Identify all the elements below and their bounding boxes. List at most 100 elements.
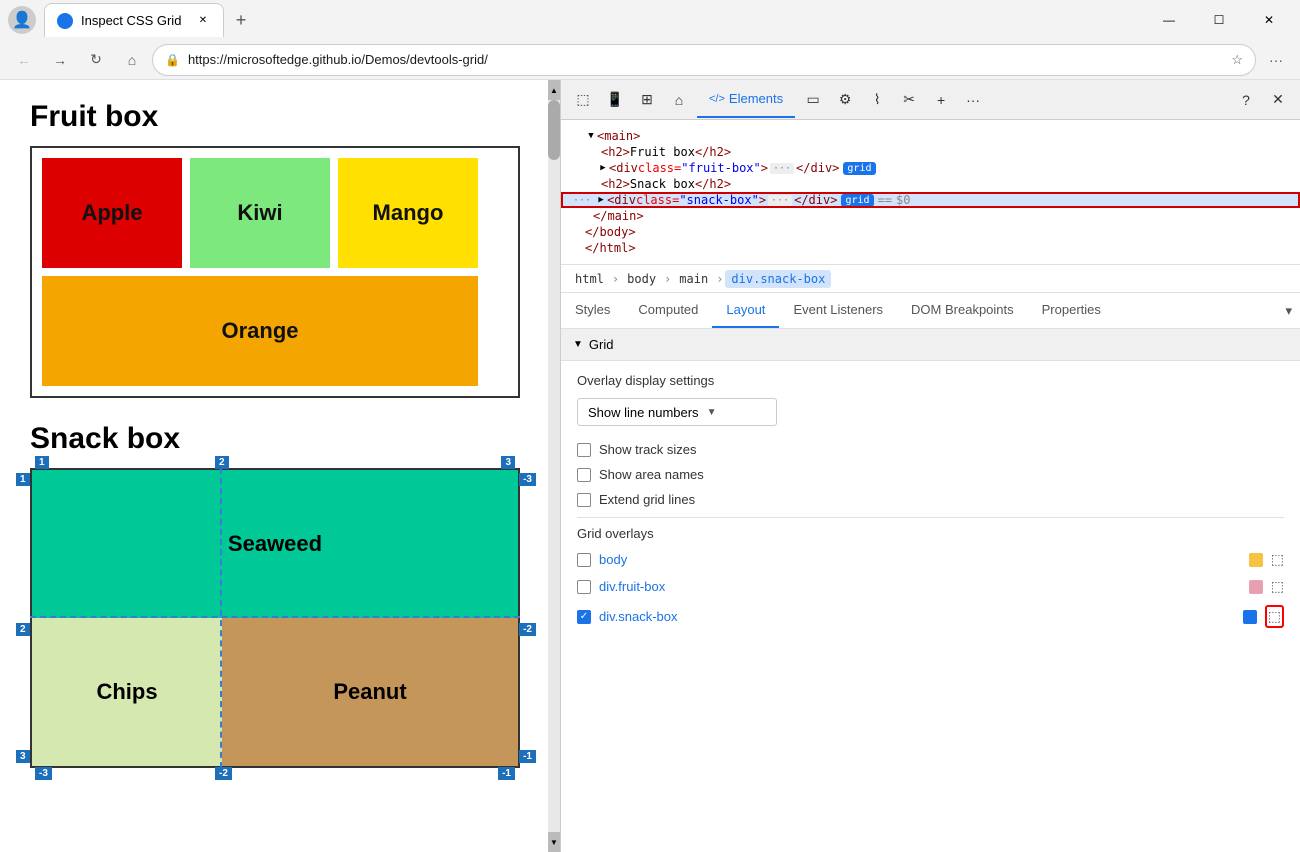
show-track-sizes-checkbox[interactable] bbox=[577, 443, 591, 457]
dt-split-button[interactable]: ⊞ bbox=[633, 86, 661, 114]
fruit-box-dots[interactable]: ··· bbox=[770, 163, 794, 174]
browser-window: 👤 Inspect CSS Grid ✕ + — ☐ ✕ ← → ↻ ⌂ 🔒 h… bbox=[0, 0, 1300, 852]
show-area-names-checkbox[interactable] bbox=[577, 468, 591, 482]
dom-line-close-main[interactable]: </main> bbox=[561, 208, 1300, 224]
toolbar-actions: ··· bbox=[1260, 44, 1292, 76]
breadcrumb-main[interactable]: main bbox=[673, 270, 714, 288]
overlay-fruit-box-cursor[interactable]: ⬚ bbox=[1271, 578, 1284, 595]
overlay-fruit-box-checkbox[interactable] bbox=[577, 580, 591, 594]
dt-close-button[interactable]: ✕ bbox=[1264, 86, 1292, 114]
grid-num-left-1: 1 bbox=[16, 473, 30, 486]
forward-button[interactable]: → bbox=[44, 44, 76, 76]
grid-section-header[interactable]: ▼ Grid bbox=[561, 329, 1300, 361]
grid-num-bot-left: -3 bbox=[35, 767, 52, 780]
more-button[interactable]: ··· bbox=[1260, 44, 1292, 76]
line-numbers-dropdown[interactable]: Show line numbers ▼ bbox=[577, 398, 777, 426]
dt-device-button[interactable]: 📱 bbox=[601, 86, 629, 114]
breadcrumb-body[interactable]: body bbox=[621, 270, 662, 288]
dom-line-close-body[interactable]: </body> bbox=[561, 224, 1300, 240]
expand-snack-box[interactable]: ▶ bbox=[595, 195, 607, 205]
grid-num-bot-mid: -2 bbox=[215, 767, 232, 780]
dom-line-dots: ··· bbox=[573, 195, 591, 206]
dom-line-close-html[interactable]: </html> bbox=[561, 240, 1300, 256]
tab-properties[interactable]: Properties bbox=[1028, 293, 1115, 328]
grid-section-title: Grid bbox=[589, 337, 614, 352]
snack-chips: Chips bbox=[32, 618, 222, 766]
grid-num-top-left: 1 bbox=[35, 456, 49, 469]
extend-grid-lines-row: Extend grid lines bbox=[577, 492, 1284, 507]
overlay-body-cursor[interactable]: ⬚ bbox=[1271, 551, 1284, 568]
overlay-body-row: body ⬚ bbox=[577, 551, 1284, 568]
navigation-bar: ← → ↻ ⌂ 🔒 https://microsoftedge.github.i… bbox=[0, 40, 1300, 80]
breadcrumb-snack-box[interactable]: div.snack-box bbox=[725, 270, 831, 288]
tab-styles[interactable]: Styles bbox=[561, 293, 624, 328]
address-bar[interactable]: 🔒 https://microsoftedge.github.io/Demos/… bbox=[152, 44, 1256, 76]
layout-panel: ▼ Grid Overlay display settings Show lin… bbox=[561, 329, 1300, 852]
dt-plus-button[interactable]: + bbox=[927, 86, 955, 114]
snack-peanut: Peanut bbox=[222, 618, 518, 766]
close-button[interactable]: ✕ bbox=[1246, 4, 1292, 36]
maximize-button[interactable]: ☐ bbox=[1196, 4, 1242, 36]
dom-line-fruit-box[interactable]: ▶ <div class="fruit-box"> ··· </div> gri… bbox=[561, 160, 1300, 176]
home-button[interactable]: ⌂ bbox=[116, 44, 148, 76]
dt-tab-elements[interactable]: </> Elements bbox=[697, 82, 795, 118]
fruit-mango: Mango bbox=[338, 158, 478, 268]
grid-num-right-neg3: -3 bbox=[519, 473, 536, 486]
dt-sources-button[interactable]: ⚙ bbox=[831, 86, 859, 114]
close-tab-button[interactable]: ✕ bbox=[195, 13, 211, 29]
grid-num-bot-right: -1 bbox=[498, 767, 515, 780]
tab-layout[interactable]: Layout bbox=[712, 293, 779, 328]
grid-num-top-mid: 2 bbox=[215, 456, 229, 469]
dom-line-snack-box[interactable]: ··· ▶ <div class="snack-box"> ··· </div>… bbox=[561, 192, 1300, 208]
back-button[interactable]: ← bbox=[8, 44, 40, 76]
panel-tabs: Styles Computed Layout Event Listeners D… bbox=[561, 293, 1300, 329]
grid-num-right-neg2: -2 bbox=[519, 623, 536, 636]
expand-fruit-box[interactable]: ▶ bbox=[597, 163, 609, 173]
dt-elements-icon: </> bbox=[709, 93, 725, 105]
dt-network-button[interactable]: ⌇ bbox=[863, 86, 891, 114]
overlay-snack-box-checkbox[interactable]: ✓ bbox=[577, 610, 591, 624]
fruit-box-grid-badge[interactable]: grid bbox=[843, 162, 875, 175]
profile-button[interactable]: 👤 bbox=[8, 6, 36, 34]
tab-dom-breakpoints[interactable]: DOM Breakpoints bbox=[897, 293, 1028, 328]
breadcrumb-html[interactable]: html bbox=[569, 270, 610, 288]
expand-main[interactable]: ▼ bbox=[585, 131, 597, 141]
grid-section-content: Overlay display settings Show line numbe… bbox=[561, 361, 1300, 650]
content-area: Fruit box Apple Kiwi Mango Orange Snack … bbox=[0, 80, 1300, 852]
dt-performance-button[interactable]: ✂ bbox=[895, 86, 923, 114]
snack-box-dots[interactable]: ··· bbox=[768, 195, 792, 206]
tab-favicon bbox=[57, 13, 73, 29]
show-track-sizes-label: Show track sizes bbox=[599, 442, 697, 457]
extend-grid-lines-checkbox[interactable] bbox=[577, 493, 591, 507]
overlay-snack-box-cursor[interactable]: ⬚ bbox=[1265, 605, 1284, 628]
grid-num-left-3: 3 bbox=[16, 750, 30, 763]
dom-line-h2-fruit[interactable]: <h2>Fruit box</h2> bbox=[561, 144, 1300, 160]
dom-tree: ▼ <main> <h2>Fruit box</h2> ▶ <div class… bbox=[561, 120, 1300, 265]
page-scrollbar[interactable]: ▲ ▼ bbox=[548, 80, 560, 852]
fruit-orange: Orange bbox=[42, 276, 478, 386]
fruit-box: Apple Kiwi Mango Orange bbox=[30, 146, 520, 398]
minimize-button[interactable]: — bbox=[1146, 4, 1192, 36]
dt-home-button[interactable]: ⌂ bbox=[665, 86, 693, 114]
refresh-button[interactable]: ↻ bbox=[80, 44, 112, 76]
show-area-names-row: Show area names bbox=[577, 467, 1284, 482]
tab-computed[interactable]: Computed bbox=[624, 293, 712, 328]
new-tab-button[interactable]: + bbox=[224, 3, 258, 37]
dt-inspect-button[interactable]: ⬚ bbox=[569, 86, 597, 114]
overlay-body-checkbox[interactable] bbox=[577, 553, 591, 567]
dt-console-button[interactable]: ▭ bbox=[799, 86, 827, 114]
lock-icon: 🔒 bbox=[165, 53, 180, 67]
dom-line-h2-snack[interactable]: <h2>Snack box</h2> bbox=[561, 176, 1300, 192]
tab-event-listeners[interactable]: Event Listeners bbox=[779, 293, 897, 328]
snack-box-wrapper: 1 2 3 1 2 3 -3 -2 -1 -3 -2 -1 Seaweed bbox=[30, 468, 520, 768]
snack-box-grid-badge[interactable]: grid bbox=[841, 194, 873, 207]
fruit-kiwi: Kiwi bbox=[190, 158, 330, 268]
dom-line-main[interactable]: ▼ <main> bbox=[561, 128, 1300, 144]
title-bar: 👤 Inspect CSS Grid ✕ + — ☐ ✕ bbox=[0, 0, 1300, 40]
panel-tab-more[interactable]: ▾ bbox=[1277, 293, 1300, 328]
dt-help-button[interactable]: ? bbox=[1232, 86, 1260, 114]
dt-more-button[interactable]: ··· bbox=[959, 86, 987, 114]
active-tab[interactable]: Inspect CSS Grid ✕ bbox=[44, 3, 224, 37]
bookmark-icon[interactable]: ☆ bbox=[1231, 52, 1243, 68]
overlay-snack-box-row: ✓ div.snack-box ⬚ bbox=[577, 605, 1284, 628]
